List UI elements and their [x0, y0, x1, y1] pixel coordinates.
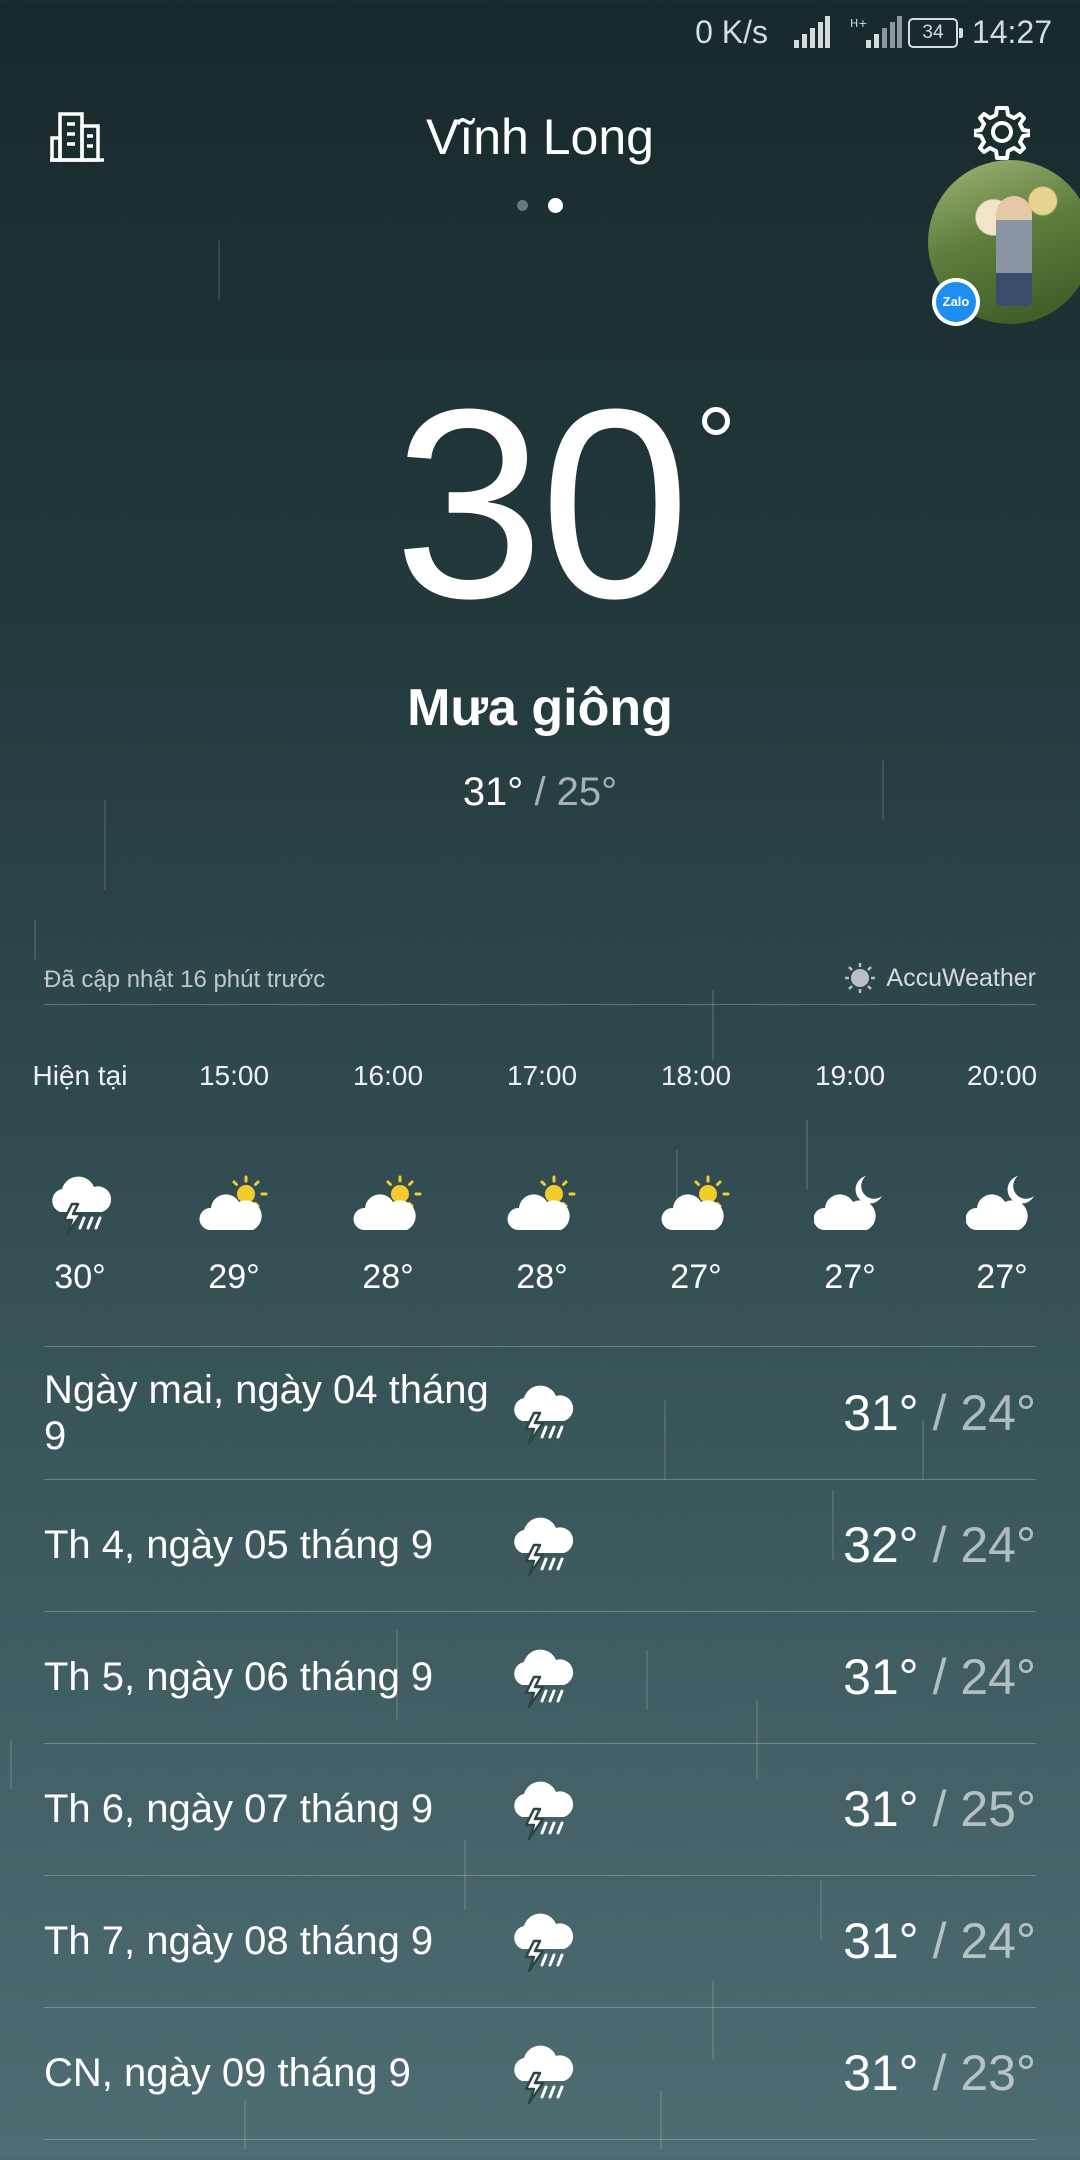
- daily-row[interactable]: Th 5, ngày 06 tháng 9 31° / 24°: [44, 1611, 1036, 1744]
- hourly-temp: 27°: [976, 1258, 1028, 1296]
- current-temperature: 30: [393, 354, 690, 655]
- hourly-item: 17:00 28°: [462, 1060, 622, 1296]
- partly-cloudy-night-icon: [814, 1172, 886, 1238]
- daily-low: 23°: [960, 2045, 1036, 2101]
- status-bar: 0 K/s H+ 34 14:27: [0, 0, 1080, 70]
- daily-high: 31°: [843, 2045, 919, 2101]
- degree-symbol: [702, 407, 730, 435]
- partly-sunny-icon: [352, 1172, 424, 1238]
- hourly-item: Hiện tại 30°: [0, 1060, 160, 1296]
- page-indicator: [0, 198, 1080, 216]
- thunderstorm-icon: [506, 1909, 578, 1975]
- page-dot-active[interactable]: [548, 198, 563, 213]
- daily-high-low: 31° / 24°: [843, 1649, 1036, 1705]
- today-low: 25°: [556, 770, 618, 814]
- hourly-time: 20:00: [966, 1060, 1038, 1091]
- hourly-time: 18:00: [660, 1060, 732, 1091]
- network-type: H+: [850, 17, 868, 30]
- clock: 14:27: [971, 14, 1052, 50]
- daily-high: 31°: [843, 1385, 919, 1441]
- partly-sunny-icon: [506, 1172, 578, 1238]
- daily-high: 32°: [843, 1517, 919, 1573]
- hourly-item: 19:00 27°: [770, 1060, 930, 1296]
- provider-name: AccuWeather: [886, 963, 1036, 992]
- daily-row[interactable]: Th 7, ngày 08 tháng 9 31° / 24°: [44, 1875, 1036, 2008]
- daily-low: 25°: [960, 1781, 1036, 1837]
- daily-high: 31°: [843, 1649, 919, 1705]
- hourly-temp: 29°: [208, 1258, 260, 1296]
- daily-low: 24°: [960, 1913, 1036, 1969]
- hourly-time: 16:00: [352, 1060, 424, 1091]
- signal-hplus-icon: H+: [850, 16, 902, 48]
- daily-high-low: 31° / 25°: [843, 1781, 1036, 1837]
- today-high: 31°: [462, 770, 524, 814]
- hourly-temp: 27°: [824, 1258, 876, 1296]
- network-speed: 0 K/s: [695, 14, 768, 50]
- daily-date: Th 7, ngày 08 tháng 9: [44, 1919, 434, 1963]
- signal-icon: [794, 16, 830, 48]
- hourly-item: 15:00 29°: [154, 1060, 314, 1296]
- daily-high: 31°: [843, 1913, 919, 1969]
- thunderstorm-icon: [506, 1645, 578, 1711]
- daily-row[interactable]: Th 6, ngày 07 tháng 9 31° / 25°: [44, 1743, 1036, 1876]
- accuweather-sun-icon: [845, 963, 876, 993]
- thunderstorm-icon: [44, 1172, 116, 1238]
- daily-high-low: 31° / 24°: [843, 1385, 1036, 1441]
- daily-date: Ngày mai, ngày 04 tháng 9: [44, 1368, 489, 1458]
- page-dot[interactable]: [517, 200, 528, 211]
- last-updated: Đã cập nhật 16 phút trước: [44, 966, 326, 993]
- daily-high: 31°: [843, 1781, 919, 1837]
- hourly-time: 19:00: [814, 1060, 886, 1091]
- partly-sunny-icon: [660, 1172, 732, 1238]
- daily-low: 24°: [960, 1517, 1036, 1573]
- today-high-low: 31° / 25°: [462, 770, 618, 814]
- daily-high-low: 31° / 24°: [843, 1913, 1036, 1969]
- hourly-forecast[interactable]: Hiện tại 30° 15:00 29° 16:00 28° 17:00 2…: [0, 1060, 1080, 1310]
- hourly-item: 16:00 28°: [308, 1060, 468, 1296]
- daily-low: 24°: [960, 1649, 1036, 1705]
- daily-date: Th 5, ngày 06 tháng 9: [44, 1655, 434, 1699]
- provider-link[interactable]: AccuWeather: [844, 962, 1036, 994]
- daily-row[interactable]: CN, ngày 09 tháng 9 31° / 23°: [44, 2007, 1036, 2140]
- daily-low: 24°: [960, 1385, 1036, 1441]
- hourly-temp: 28°: [362, 1258, 414, 1296]
- gear-icon[interactable]: [974, 104, 1030, 160]
- hourly-time: 17:00: [506, 1060, 578, 1091]
- hourly-time: Hiện tại: [32, 1060, 128, 1091]
- daily-high-low: 32° / 24°: [843, 1517, 1036, 1573]
- partly-sunny-icon: [198, 1172, 270, 1238]
- daily-row[interactable]: Th 4, ngày 05 tháng 9 32° / 24°: [44, 1479, 1036, 1612]
- city-title: Vĩnh Long: [426, 109, 654, 165]
- weather-condition: Mưa giông: [407, 679, 673, 737]
- zalo-badge-icon: Zalo: [932, 278, 980, 326]
- daily-row[interactable]: Ngày mai, ngày 04 tháng 9 31° / 24°: [44, 1347, 1036, 1480]
- thunderstorm-icon: [506, 2041, 578, 2107]
- thunderstorm-icon: [506, 1777, 578, 1843]
- thunderstorm-icon: [506, 1381, 578, 1447]
- battery-icon: 34: [908, 18, 963, 48]
- hourly-temp: 27°: [670, 1258, 722, 1296]
- thunderstorm-icon: [506, 1513, 578, 1579]
- hourly-item: 18:00 27°: [616, 1060, 776, 1296]
- hourly-time: 15:00: [198, 1060, 270, 1091]
- divider: [44, 1004, 1036, 1005]
- partly-cloudy-night-icon: [966, 1172, 1038, 1238]
- hourly-temp: 28°: [516, 1258, 568, 1296]
- daily-date: CN, ngày 09 tháng 9: [44, 2051, 411, 2095]
- daily-date: Th 6, ngày 07 tháng 9: [44, 1787, 434, 1831]
- hourly-item: 20:00 27°: [924, 1060, 1080, 1296]
- daily-high-low: 31° / 23°: [843, 2045, 1036, 2101]
- hourly-temp: 30°: [54, 1258, 106, 1296]
- daily-date: Th 4, ngày 05 tháng 9: [44, 1523, 434, 1567]
